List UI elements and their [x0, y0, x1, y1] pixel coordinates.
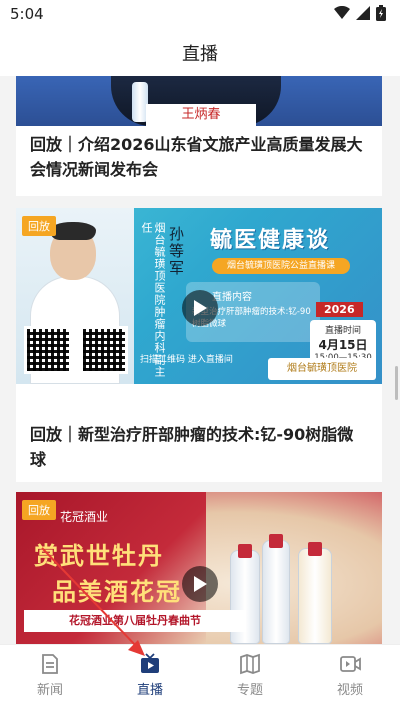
topic-icon: [240, 653, 260, 675]
video-icon: [340, 656, 361, 672]
nameplate: 王炳春: [146, 104, 256, 126]
battery-icon: [376, 5, 386, 21]
card-title[interactable]: 回放｜介绍2026山东省文旅产业高质量发展大会情况新闻发布会: [16, 132, 382, 182]
live-card[interactable]: 王炳春 回放｜介绍2026山东省文旅产业高质量发展大会情况新闻发布会: [16, 76, 382, 196]
nav-label: 专题: [236, 683, 263, 698]
nav-label: 视频: [336, 683, 363, 698]
play-icon: [194, 300, 207, 316]
play-icon: [194, 576, 207, 592]
program-subtitle: 烟台毓璜顶医院公益直播课: [212, 258, 350, 274]
slogan-line-1: 赏武世牡丹: [34, 541, 164, 570]
scrollbar[interactable]: [395, 366, 398, 400]
status-icons: [334, 5, 386, 21]
live-feed[interactable]: 王炳春 回放｜介绍2026山东省文旅产业高质量发展大会情况新闻发布会 回放 烟台…: [0, 76, 400, 644]
replay-badge: 回放: [22, 216, 56, 236]
brand-name: 花冠酒业: [60, 510, 109, 524]
scan-hint: 扫描二维码 进入直播间: [140, 355, 233, 365]
replay-badge: 回放: [22, 500, 56, 520]
program-brand: 毓医健康谈: [210, 228, 331, 253]
nav-label: 新闻: [36, 683, 63, 698]
play-button[interactable]: [182, 566, 218, 602]
card-thumbnail[interactable]: 回放 烟台毓璜顶医院肿瘤内科副主任 孙等军 毓医健康谈 烟台毓璜顶医院公益直播课…: [16, 208, 382, 384]
news-icon: [42, 654, 58, 674]
bottom-nav: 新闻 直播 专题 视频: [0, 644, 400, 706]
nav-tab-live[interactable]: 直播: [100, 645, 200, 706]
card-title[interactable]: 回放｜新型治疗肝部肿瘤的技术:钇-90树脂微球: [16, 422, 382, 472]
bottle-cap: [308, 542, 322, 556]
live-icon: [141, 653, 159, 673]
card-thumbnail[interactable]: 回放 花冠酒业 赏武世牡丹 品美酒花冠 花冠酒业第八届牡丹春曲节: [16, 492, 382, 644]
time-label: 直播时间: [324, 326, 361, 336]
signal-icon: [356, 6, 370, 20]
page-title: 直播: [182, 44, 218, 65]
nav-label: 直播: [136, 683, 163, 698]
nav-tab-video[interactable]: 视频: [300, 645, 400, 706]
qr-code: [24, 326, 72, 374]
live-card[interactable]: 回放 烟台毓璜顶医院肿瘤内科副主任 孙等军 毓医健康谈 烟台毓璜顶医院公益直播课…: [16, 208, 382, 482]
nav-tab-topic[interactable]: 专题: [200, 645, 300, 706]
nav-tab-news[interactable]: 新闻: [0, 645, 100, 706]
year-tag: 2026: [316, 302, 363, 317]
play-button[interactable]: [182, 290, 218, 326]
status-bar: 5:04: [0, 0, 400, 28]
doctor-name: 孙等军: [167, 226, 185, 277]
liquor-bottle: [262, 540, 290, 644]
live-card[interactable]: 回放 花冠酒业 赏武世牡丹 品美酒花冠 花冠酒业第八届牡丹春曲节: [16, 492, 382, 644]
event-strip: 花冠酒业第八届牡丹春曲节: [24, 610, 246, 632]
qr-code: [80, 326, 128, 374]
doctor-hair: [50, 222, 96, 240]
wifi-icon: [334, 6, 350, 19]
hospital-logo: 烟台毓璜顶医院: [268, 358, 376, 380]
app-header: 直播: [0, 28, 400, 76]
slogan-line-2: 品美酒花冠: [52, 577, 182, 606]
bottle-cap: [238, 544, 252, 558]
liquor-bottle: [298, 548, 332, 644]
live-date: 4月15日: [318, 338, 368, 352]
card-thumbnail[interactable]: 王炳春: [16, 76, 382, 126]
gesture-bar: [0, 706, 400, 711]
bottle-cap: [269, 534, 283, 548]
content-label: 直播内容: [212, 292, 252, 303]
status-time: 5:04: [10, 5, 44, 23]
